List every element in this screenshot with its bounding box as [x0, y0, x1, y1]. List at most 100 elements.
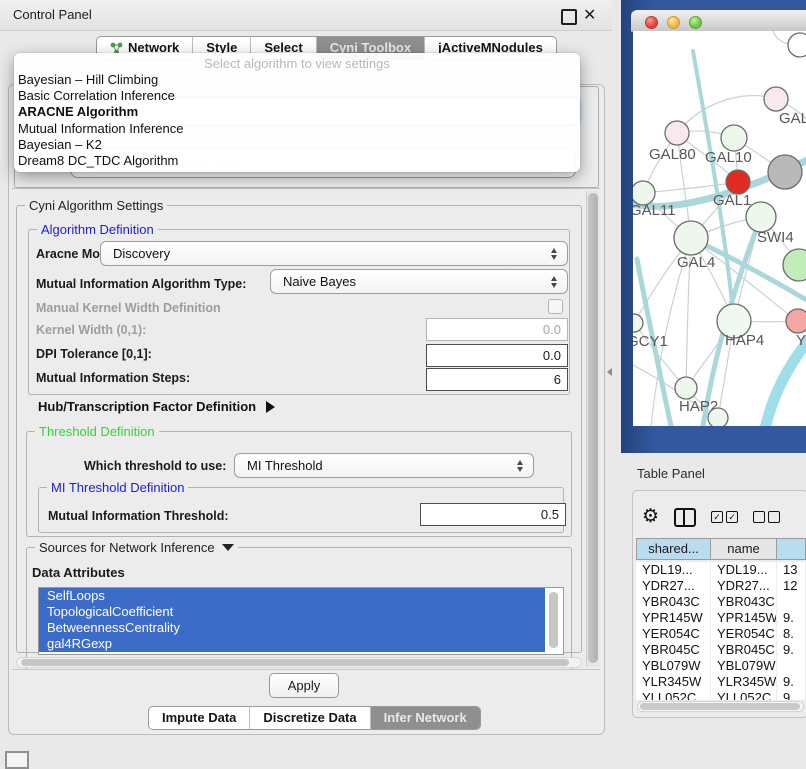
table-panel-title: Table Panel	[637, 466, 705, 481]
collapsed-arrow-icon	[266, 401, 275, 413]
table-row[interactable]: YLL052CYLL052C9.	[636, 690, 806, 700]
tab-impute-data[interactable]: Impute Data	[149, 707, 249, 729]
table-cell: YER054C	[636, 626, 711, 642]
group-title: MI Threshold Definition	[47, 480, 188, 495]
popup-item-list: Bayesian – Hill ClimbingBasic Correlatio…	[14, 71, 580, 169]
network-node-gal7[interactable]	[764, 87, 788, 111]
network-node[interactable]	[768, 155, 802, 189]
network-window-titlebar[interactable]	[631, 10, 806, 32]
float-window-icon[interactable]	[561, 9, 577, 25]
expanded-arrow-icon	[222, 544, 234, 551]
table-cell: YBL079W	[636, 658, 711, 674]
table-cell: YLR345W	[711, 674, 777, 690]
mi-steps-label: Mutual Information Steps:	[36, 371, 190, 385]
list-scrollbar[interactable]	[549, 592, 558, 648]
close-traffic-light[interactable]	[645, 16, 658, 29]
dpi-tolerance-field[interactable]: 0.0	[426, 344, 568, 367]
table-cell: 9.	[777, 610, 806, 626]
minimize-traffic-light[interactable]	[667, 16, 680, 29]
group-title: Sources for Network Inference	[35, 540, 238, 555]
table-row[interactable]: YER054CYER054C8.	[636, 626, 806, 642]
manual-kernel-label: Manual Kernel Width Definition	[36, 301, 221, 315]
algorithm-option[interactable]: Basic Correlation Inference	[18, 88, 580, 104]
algorithm-option[interactable]: Bayesian – Hill Climbing	[18, 72, 580, 88]
network-node[interactable]	[788, 33, 806, 57]
cyni-settings-scrollarea: Cyni Algorithm Settings Algorithm Defini…	[12, 188, 600, 670]
algorithm-option[interactable]: Dream8 DC_TDC Algorithm	[18, 153, 580, 169]
manual-kernel-checkbox[interactable]	[548, 299, 563, 314]
data-attributes-label: Data Attributes	[32, 565, 125, 580]
horizontal-scrollbar[interactable]	[16, 657, 582, 668]
table-row[interactable]: YBL079WYBL079W	[636, 658, 806, 674]
table-row[interactable]: YDL19...YDL19...13	[636, 562, 806, 578]
vertical-scrollbar[interactable]	[586, 191, 599, 667]
mi-steps-field[interactable]: 6	[426, 368, 568, 391]
select-all-columns-icon[interactable]	[711, 511, 738, 523]
spinner-arrows-icon	[516, 460, 525, 472]
tab-infer-network[interactable]: Infer Network	[370, 707, 480, 729]
table-horizontal-scrollbar[interactable]	[637, 701, 804, 712]
table-body: YDL19...YDL19...13YDR27...YDR27...12YBR0…	[636, 562, 806, 700]
table-cell: 8.	[777, 626, 806, 642]
network-node-gal80[interactable]	[665, 121, 689, 145]
panel-title: Control Panel	[13, 7, 92, 22]
node-label: Y	[796, 332, 806, 349]
algorithm-option[interactable]: Mutual Information Inference	[18, 121, 580, 137]
kernel-width-field[interactable]: 0.0	[426, 318, 568, 341]
hub-definition-expander[interactable]: Hub/Transcription Factor Definition	[38, 399, 275, 414]
table-row[interactable]: YBR045CYBR045C9.	[636, 642, 806, 658]
table-cell: 9.	[777, 690, 806, 700]
close-icon[interactable]: ✕	[583, 5, 596, 25]
scrollbar-thumb[interactable]	[640, 703, 800, 710]
tab-discretize-data[interactable]: Discretize Data	[249, 707, 369, 729]
network-node-y[interactable]	[786, 309, 806, 333]
mi-threshold-field[interactable]: 0.5	[420, 503, 566, 526]
table-cell: 9.	[777, 642, 806, 658]
column-header-shared-name[interactable]: shared...	[636, 538, 711, 560]
combo-value: Naive Bayes	[283, 274, 356, 289]
algorithm-option[interactable]: Bayesian – K2	[18, 137, 580, 153]
apply-button[interactable]: Apply	[269, 673, 339, 698]
network-node[interactable]	[708, 408, 728, 426]
tab-label: Discretize Data	[263, 707, 356, 729]
table-cell: YER054C	[711, 626, 777, 642]
zoom-traffic-light[interactable]	[689, 16, 702, 29]
aracne-mode-combobox[interactable]: Discovery	[100, 241, 568, 266]
scrollbar-thumb[interactable]	[21, 659, 569, 666]
panel-divider-handle[interactable]	[607, 368, 612, 376]
deselect-all-columns-icon[interactable]	[753, 511, 780, 523]
column-header-name[interactable]: name	[710, 538, 777, 560]
tab-label: Infer Network	[384, 707, 467, 729]
columns-icon[interactable]	[674, 508, 696, 527]
which-threshold-label: Which threshold to use:	[84, 459, 226, 473]
algorithm-option[interactable]: ARACNE Algorithm	[18, 104, 580, 120]
table-row[interactable]: YLR345WYLR345W9.	[636, 674, 806, 690]
network-node-hap2[interactable]	[675, 377, 697, 399]
network-node[interactable]	[783, 249, 806, 281]
minimized-panel-icon[interactable]	[5, 751, 29, 769]
scrollbar-thumb[interactable]	[588, 193, 598, 663]
attribute-list-item[interactable]: TopologicalCoefficient	[39, 604, 545, 620]
mi-type-combobox[interactable]: Naive Bayes	[270, 269, 568, 294]
data-attributes-list[interactable]: SelfLoopsTopologicalCoefficientBetweenne…	[38, 587, 564, 655]
attribute-list-item[interactable]: gal4RGexp	[39, 636, 545, 652]
network-node-gal1[interactable]	[726, 170, 750, 194]
table-cell: 13	[777, 562, 806, 578]
table-row[interactable]: YPR145WYPR145W9.	[636, 610, 806, 626]
table-row[interactable]: YDR27...YDR27...12	[636, 578, 806, 594]
attribute-list-item[interactable]: BetweennessCentrality	[39, 620, 545, 636]
table-cell: YLR345W	[636, 674, 711, 690]
network-node-gcy1[interactable]	[633, 314, 643, 332]
column-header-clipped[interactable]	[776, 538, 806, 560]
table-row[interactable]: YBR043CYBR043C	[636, 594, 806, 610]
network-node-gal10[interactable]	[721, 125, 747, 151]
network-canvas[interactable]: GAL7GAL80GAL10GAL1GAL11SWI4GAL4GCY1HAP4Y…	[633, 31, 806, 426]
table-cell: YLL052C	[636, 690, 711, 700]
attribute-list-item[interactable]: SelfLoops	[39, 588, 545, 604]
node-label: GAL10	[705, 149, 752, 166]
network-node-gal4[interactable]	[674, 221, 708, 255]
which-threshold-combobox[interactable]: MI Threshold	[234, 453, 534, 478]
gear-icon[interactable]: ⚙	[642, 502, 659, 532]
network-node-swi4[interactable]	[746, 202, 776, 232]
table-cell	[777, 594, 806, 610]
